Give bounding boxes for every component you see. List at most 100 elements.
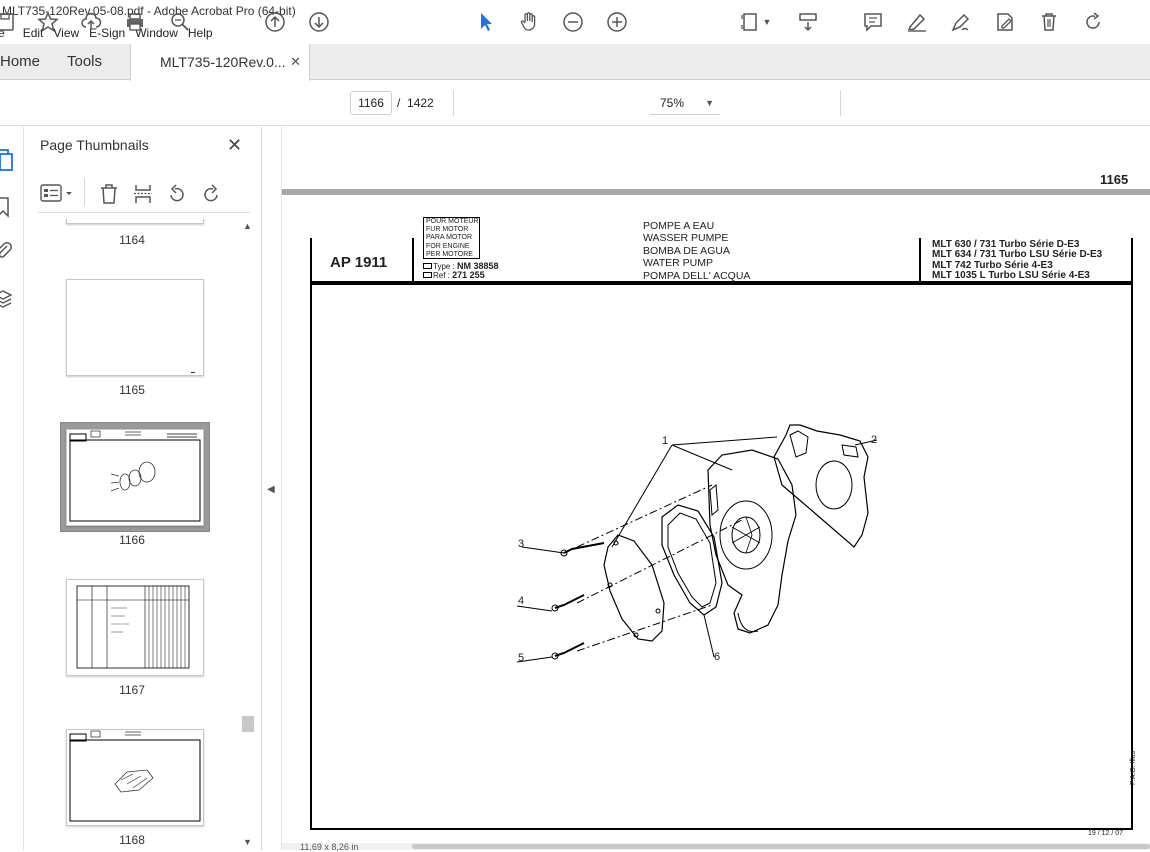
scroll-mode-icon[interactable] — [795, 9, 821, 35]
engine-label-line: FOR ENGINE — [426, 242, 470, 250]
scrollbar-thumb[interactable] — [412, 844, 1150, 849]
edit-document-icon[interactable] — [992, 9, 1018, 35]
part-name-de: WASSER PUMPE — [643, 232, 729, 245]
callout-3: 3 — [518, 538, 525, 550]
checkbox-square — [423, 263, 432, 269]
hand-pan-icon[interactable] — [516, 9, 542, 35]
panel-collapse-handle[interactable]: ◀ — [262, 127, 282, 850]
leader-line — [671, 436, 778, 446]
toolbar-divider — [453, 90, 454, 116]
highlight-pen-icon[interactable] — [904, 9, 930, 35]
part-name-en: WATER PUMP — [643, 257, 713, 270]
thumbnail-page-1167[interactable] — [66, 579, 204, 676]
rotate-right-icon[interactable] — [200, 182, 222, 206]
tab-tools[interactable]: Tools — [67, 44, 102, 80]
page-up-icon[interactable] — [262, 9, 288, 35]
tab-bar: Home Tools MLT735-120Rev.0... ✕ — [0, 44, 1150, 81]
print-icon[interactable] — [122, 9, 148, 35]
scrollbar-thumb[interactable] — [242, 716, 254, 732]
page-total: / 1422 — [397, 91, 434, 115]
rotate-left-icon[interactable] — [166, 182, 188, 206]
tab-home[interactable]: Home — [0, 44, 50, 80]
page-thumbnails-panel: Page Thumbnails ✕ 1164 1165 1166 1167 11… — [24, 127, 262, 850]
zoom-search-icon[interactable] — [167, 9, 193, 35]
pump-outlet — [737, 612, 759, 633]
thumbnail-label: 1164 — [119, 233, 145, 247]
tab-document[interactable]: MLT735-120Rev.0... ✕ — [130, 44, 310, 81]
engine-label-line: PARA MOTOR — [426, 234, 473, 242]
chevron-down-icon[interactable]: ▼ — [243, 837, 252, 847]
delete-trash-icon[interactable] — [98, 182, 120, 206]
extract-pages-icon[interactable] — [132, 182, 154, 206]
chevron-left-icon[interactable]: ◀ — [267, 484, 275, 495]
zoom-dropdown[interactable]: 75% ▼ — [650, 91, 720, 115]
gasket-6-inner — [667, 512, 717, 608]
thumbnail-label: 1166 — [119, 533, 145, 547]
thumbnail-label: 1165 — [119, 383, 145, 397]
select-cursor-icon[interactable] — [473, 9, 499, 35]
axis-line — [576, 484, 713, 548]
part-name-fr: POMPE A EAU — [643, 220, 715, 232]
toolbar-divider — [840, 90, 841, 116]
horizontal-scrollbar[interactable] — [282, 843, 1150, 850]
callout-1: 1 — [662, 435, 669, 447]
thumbnail-page-1165[interactable] — [66, 279, 204, 376]
thumbnail-preview-drawing — [69, 730, 201, 822]
page-down-icon[interactable] — [306, 9, 332, 35]
checkbox-square — [423, 272, 432, 278]
redo-icon[interactable] — [1080, 9, 1106, 35]
thumbnail-options-icon[interactable] — [40, 182, 76, 206]
panel-title: Page Thumbnails — [40, 137, 149, 153]
callout-2: 2 — [871, 434, 878, 446]
callout-6: 6 — [714, 651, 721, 663]
thumbnail-page-1168[interactable] — [66, 729, 204, 826]
page-number-input[interactable]: 1166 — [350, 91, 392, 115]
thumbnail-preview-drawing — [69, 430, 201, 522]
engine-label-line: FUR MOTOR — [426, 226, 469, 234]
panel-toolbar — [38, 177, 250, 213]
bookmark-star-icon[interactable] — [35, 9, 61, 35]
gasket-2 — [773, 424, 869, 548]
left-nav-rail — [0, 127, 24, 850]
ref-value: 271 255 — [452, 270, 485, 280]
thumbnail-page-1166[interactable] — [66, 429, 204, 526]
menu-help[interactable]: Help — [188, 26, 223, 40]
upload-cloud-icon[interactable] — [78, 9, 104, 35]
close-icon[interactable]: ✕ — [227, 135, 242, 156]
zoom-in-icon[interactable] — [604, 9, 630, 35]
callout-4: 4 — [518, 595, 525, 607]
save-icon[interactable] — [0, 9, 18, 35]
thumbnail-page-1164[interactable] — [66, 219, 204, 224]
bookmark-icon[interactable] — [0, 195, 14, 219]
part-name-es: BOMBA DE AGUA — [643, 244, 730, 257]
delete-trash-icon[interactable] — [1036, 9, 1062, 35]
drawing-date: 19 / 12 / 07 — [1088, 830, 1124, 837]
thumbnail-label: 1168 — [119, 833, 145, 847]
layers-icon[interactable] — [0, 287, 14, 311]
zoom-out-icon[interactable] — [560, 9, 586, 35]
leader-line — [611, 444, 673, 548]
chevron-down-icon: ▼ — [705, 98, 714, 108]
gasket-2-port — [841, 444, 859, 458]
page-thumbnails-icon[interactable] — [0, 147, 14, 171]
callout-5: 5 — [518, 652, 525, 664]
close-icon[interactable]: ✕ — [290, 44, 301, 80]
part-names: POMPE A EAU WASSER PUMPE BOMBA DE AGUA W… — [643, 220, 750, 282]
leader-line — [521, 546, 565, 554]
sign-pen-icon[interactable] — [948, 9, 974, 35]
thumbnail-scrollbar[interactable]: ▲ ▼ — [240, 219, 256, 850]
attachment-icon[interactable] — [0, 239, 14, 263]
chevron-down-icon[interactable]: ▼ — [760, 9, 774, 35]
toolbar-divider — [84, 178, 85, 206]
bolt-5 — [554, 642, 585, 657]
comment-icon[interactable] — [860, 9, 886, 35]
chevron-up-icon[interactable]: ▲ — [243, 221, 252, 231]
main-toolbar — [0, 81, 1150, 126]
cover-hole — [655, 608, 661, 614]
tab-document-label: MLT735-120Rev.0... — [160, 54, 286, 70]
leader-line — [703, 614, 715, 658]
pump-port — [709, 483, 719, 517]
water-pump-exploded-drawing — [516, 424, 878, 663]
ap-code: AP 1911 — [330, 254, 388, 271]
engine-label-box: POUR MOTEUR FUR MOTOR PARA MOTOR FOR ENG… — [423, 217, 480, 259]
